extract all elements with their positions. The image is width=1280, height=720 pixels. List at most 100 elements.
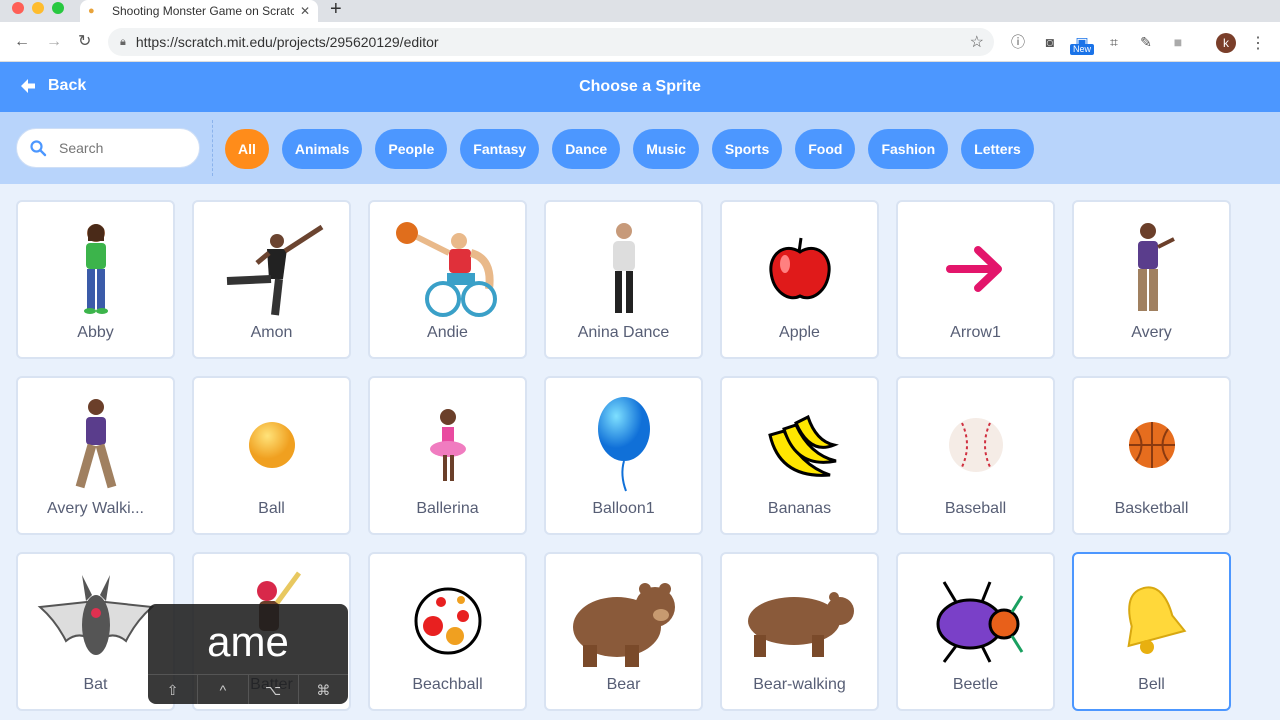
sprite-name: Avery Walki... <box>47 500 144 517</box>
category-letters-button[interactable]: Letters <box>961 129 1034 169</box>
sprite-card-beetle[interactable]: Beetle <box>896 552 1055 711</box>
category-dance-button[interactable]: Dance <box>552 129 621 169</box>
sprite-card-abby[interactable]: Abby <box>16 200 175 359</box>
sprite-name: Abby <box>77 324 114 341</box>
category-fashion-button[interactable]: Fashion <box>868 129 949 169</box>
typed-keys: ame <box>207 618 289 665</box>
sprite-name: Basketball <box>1114 500 1189 517</box>
sprite-card-apple[interactable]: Apple <box>720 200 879 359</box>
info-extension-icon[interactable]: ⓘ <box>1010 34 1026 50</box>
minimize-window-button[interactable] <box>32 2 44 14</box>
sprite-card-bananas[interactable]: Bananas <box>720 376 879 535</box>
balloon-icon <box>546 392 701 498</box>
profile-avatar[interactable]: k <box>1216 33 1236 53</box>
dancer-standing-icon <box>546 216 701 322</box>
ballerina-icon <box>370 392 525 498</box>
browser-tab-bar: ● Shooting Monster Game on Scratch ✕ + <box>0 0 1280 22</box>
sprite-name: Bear-walking <box>753 676 846 693</box>
sprite-card-ball[interactable]: Ball <box>192 376 351 535</box>
bookmark-star-icon[interactable]: ☆ <box>970 32 984 52</box>
filter-divider <box>212 120 213 176</box>
sprite-card-avery-walki[interactable]: Avery Walki... <box>16 376 175 535</box>
close-tab-icon[interactable]: ✕ <box>300 4 310 18</box>
eyedropper-extension-icon[interactable]: ✎ <box>1138 34 1154 50</box>
sprite-library-header: Back Choose a Sprite <box>0 62 1280 112</box>
category-animals-button[interactable]: Animals <box>281 129 363 169</box>
sprite-card-baseball[interactable]: Baseball <box>896 376 1055 535</box>
sprite-card-bear-walking[interactable]: Bear-walking <box>720 552 879 711</box>
sprite-card-arrow1[interactable]: Arrow1 <box>896 200 1055 359</box>
sprite-card-basketball[interactable]: Basketball <box>1072 376 1231 535</box>
sprite-card-ballerina[interactable]: Ballerina <box>368 376 527 535</box>
category-pills: All Animals People Fantasy Dance Music Sports F… <box>225 129 1047 169</box>
keystroke-overlay: ame ⇧ ^ ⌥ ⌘ <box>148 604 348 704</box>
sprite-card-bear[interactable]: Bear <box>544 552 703 711</box>
sprite-name: Andie <box>427 324 468 341</box>
basketball-icon <box>1074 392 1229 498</box>
category-all-button[interactable]: All <box>225 129 269 169</box>
sprite-name: Bear <box>606 676 641 693</box>
girl-walking-icon <box>18 392 173 498</box>
sprite-card-amon[interactable]: Amon <box>192 200 351 359</box>
maximize-window-button[interactable] <box>52 2 64 14</box>
back-nav-icon[interactable]: ← <box>14 33 30 51</box>
grey-extension-icon[interactable]: ■ <box>1170 34 1186 50</box>
page-title: Choose a Sprite <box>579 78 701 95</box>
new-tab-icon[interactable]: + <box>330 0 342 21</box>
sprite-card-andie[interactable]: Andie <box>368 200 527 359</box>
apple-icon <box>722 216 877 322</box>
sprite-card-bell[interactable]: Bell <box>1072 552 1231 711</box>
filter-bar: All Animals People Fantasy Dance Music Sports F… <box>0 112 1280 184</box>
ball-icon <box>194 392 349 498</box>
url-text: https://scratch.mit.edu/projects/2956201… <box>135 34 439 50</box>
url-field[interactable]: 🔒︎ https://scratch.mit.edu/projects/2956… <box>108 28 994 56</box>
sprite-name: Beetle <box>952 676 999 693</box>
sprite-name: Avery <box>1131 324 1172 341</box>
search-icon <box>30 140 47 157</box>
option-key-icon: ⌥ <box>249 675 299 704</box>
new-badge: New <box>1070 44 1095 55</box>
forward-nav-icon[interactable]: → <box>46 33 62 51</box>
tab-title: Shooting Monster Game on Scratch <box>112 4 294 18</box>
category-people-button[interactable]: People <box>375 129 448 169</box>
modifier-keys: ⇧ ^ ⌥ ⌘ <box>148 674 348 704</box>
crop-extension-icon[interactable]: ⌗ <box>1106 34 1122 50</box>
girl-standing-icon <box>18 216 173 322</box>
shift-key-icon: ⇧ <box>148 675 199 704</box>
sprite-name: Ball <box>258 500 285 517</box>
baseball-icon <box>898 392 1053 498</box>
sprite-name: Baseball <box>944 500 1007 517</box>
beetle-icon <box>898 568 1053 674</box>
close-window-button[interactable] <box>12 2 24 14</box>
sprite-name: Apple <box>779 324 820 341</box>
sprite-name: Bat <box>83 676 108 693</box>
category-sports-button[interactable]: Sports <box>711 129 783 169</box>
browser-tab[interactable]: ● Shooting Monster Game on Scratch ✕ <box>80 0 318 22</box>
camera-extension-icon[interactable]: ◙ <box>1042 34 1058 50</box>
search-box[interactable] <box>16 128 200 168</box>
reload-icon[interactable]: ↻ <box>78 33 91 51</box>
sprite-name: Beachball <box>412 676 483 693</box>
sprite-card-balloon1[interactable]: Balloon1 <box>544 376 703 535</box>
browser-menu-icon[interactable]: ⋮ <box>1250 33 1266 53</box>
sprite-card-avery[interactable]: Avery <box>1072 200 1231 359</box>
category-fantasy-button[interactable]: Fantasy <box>460 129 540 169</box>
dancer-kicking-icon <box>194 216 349 322</box>
sprite-card-anina-dance[interactable]: Anina Dance <box>544 200 703 359</box>
category-food-button[interactable]: Food <box>795 129 856 169</box>
sprite-name: Bell <box>1138 676 1165 693</box>
sprite-card-beachball[interactable]: Beachball <box>368 552 527 711</box>
control-key-icon: ^ <box>198 675 249 704</box>
command-key-icon: ⌘ <box>316 682 331 698</box>
search-input[interactable] <box>59 140 179 156</box>
bell-icon <box>1074 568 1229 674</box>
sprite-name: Amon <box>250 324 293 341</box>
scratch-favicon-icon: ● <box>88 5 95 17</box>
wheelchair-basketball-icon <box>370 216 525 322</box>
bear-walking-icon <box>722 568 877 674</box>
sprite-name: Anina Dance <box>577 324 670 341</box>
category-music-button[interactable]: Music <box>633 129 699 169</box>
girl-waving-icon <box>1074 216 1229 322</box>
arrow-right-icon <box>898 216 1053 322</box>
sprite-name: Ballerina <box>416 500 479 517</box>
